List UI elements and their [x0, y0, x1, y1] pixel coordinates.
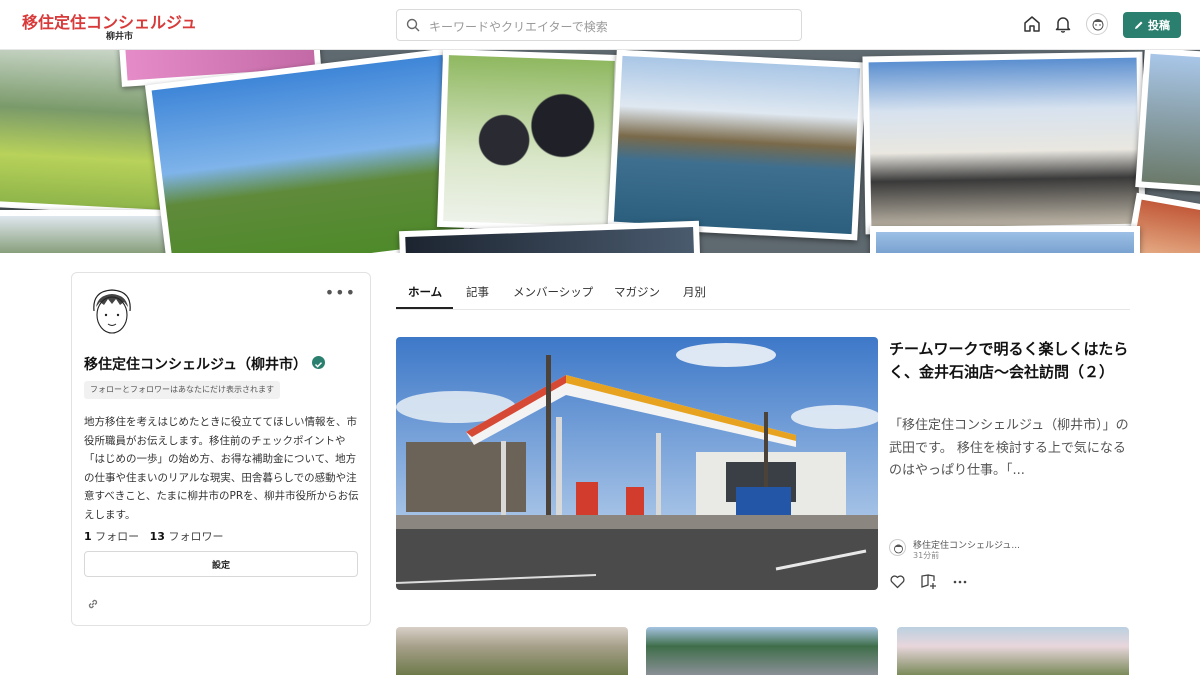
banner-photo-town	[1135, 50, 1200, 193]
author-avatar[interactable]	[889, 539, 906, 556]
article-thumbnail-park[interactable]	[897, 627, 1129, 675]
profile-name: 移住定住コンシェルジュ（柳井市）	[84, 357, 308, 373]
search-placeholder: キーワードやクリエイターで検索	[429, 20, 608, 34]
banner-photo-sky	[870, 226, 1140, 253]
tab-monthly[interactable]: 月別	[683, 284, 706, 300]
profile-card: ••• 移住定住コンシェルジュ（柳井市） フォローとフォロワーはあなたにだけ表示…	[71, 272, 371, 626]
banner-photo-grapes	[436, 50, 622, 234]
profile-description: 地方移住を考えはじめたときに役立ててほしい情報を、市役所職員がお伝えします。移住…	[84, 416, 359, 521]
profile-tabs: ホーム 記事 メンバーシップ マガジン 月別	[396, 272, 1130, 310]
featured-article-title[interactable]: チームワークで明るく楽しくはたらく、金井石油店～会社訪問（２）	[889, 338, 1129, 384]
featured-article-excerpt: 「移住定住コンシェルジュ（柳井市）」の武田です。 移住を検討する上で気になるのは…	[889, 418, 1129, 479]
following-label: フォロー	[95, 530, 140, 543]
followers-count: 13	[149, 530, 165, 543]
header-banner-image	[0, 50, 1200, 253]
user-avatar[interactable]	[1086, 13, 1108, 35]
search-icon	[406, 18, 420, 32]
tab-magazine[interactable]: マガジン	[614, 284, 660, 300]
settings-button[interactable]: 設定	[84, 551, 358, 577]
following-count: 1	[84, 530, 92, 543]
tab-home[interactable]: ホーム	[408, 284, 442, 300]
tab-membership[interactable]: メンバーシップ	[513, 284, 593, 300]
follow-counts: 1 フォロー 13 フォロワー	[84, 528, 223, 544]
post-button[interactable]: 投稿	[1123, 12, 1181, 38]
more-options-button[interactable]: •••	[325, 283, 356, 302]
following-link[interactable]: 1 フォロー	[84, 530, 139, 543]
site-logo[interactable]: 移住定住コンシェルジュ 柳井市	[22, 9, 197, 43]
pencil-icon	[1135, 21, 1143, 29]
article-thumbnail-cherry-blossom[interactable]	[396, 627, 628, 675]
banner-photo-white-walls	[862, 51, 1146, 235]
add-to-magazine-icon[interactable]	[920, 573, 938, 590]
home-icon[interactable]	[1022, 14, 1042, 34]
bell-icon[interactable]	[1053, 14, 1073, 34]
profile-avatar[interactable]	[88, 285, 136, 339]
followers-label: フォロワー	[168, 530, 224, 543]
banner-photo-hill	[144, 50, 473, 253]
article-thumbnail-town-view[interactable]	[646, 627, 878, 675]
follow-visibility-note: フォローとフォロワーはあなたにだけ表示されます	[84, 381, 280, 399]
followers-link[interactable]: 13 フォロワー	[150, 530, 224, 543]
banner-photo-coast	[607, 50, 867, 241]
verified-badge-icon	[312, 356, 325, 369]
active-tab-indicator	[396, 307, 453, 309]
top-header: 移住定住コンシェルジュ 柳井市 キーワードやクリエイターで検索 投稿	[0, 0, 1200, 50]
featured-article-image[interactable]	[396, 337, 878, 590]
post-button-label: 投稿	[1148, 19, 1170, 32]
search-input[interactable]: キーワードやクリエイターで検索	[396, 9, 802, 41]
more-horizontal-icon[interactable]	[952, 573, 968, 590]
featured-article-time: 31分前	[913, 551, 940, 560]
logo-subtext: 柳井市	[106, 32, 134, 42]
link-icon[interactable]	[86, 597, 100, 611]
like-heart-icon[interactable]	[889, 573, 906, 590]
tab-articles[interactable]: 記事	[466, 284, 489, 300]
